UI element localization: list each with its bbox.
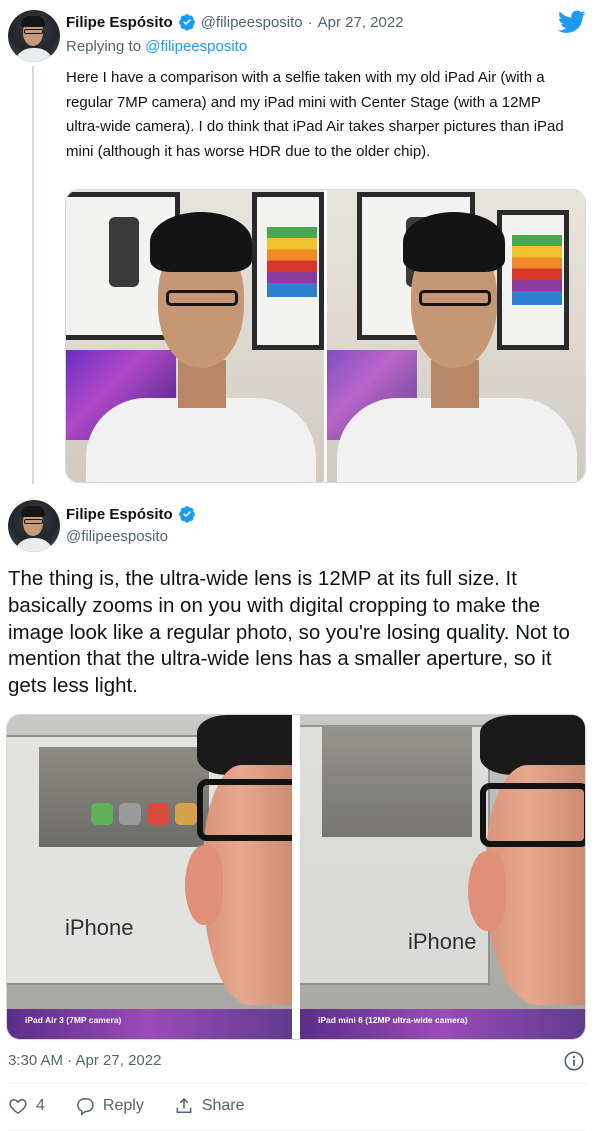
reply-label: Reply [102,1097,144,1114]
reply-button[interactable]: Reply [75,1096,144,1116]
crop-ipad-air-image[interactable]: iPhone iPad Air 3 (7MP camera) [7,715,292,1039]
tweet-timestamp[interactable]: 3:30 AM · Apr 27, 2022 [8,1052,161,1069]
verified-badge-icon [178,506,195,523]
author-handle[interactable]: @filipeesposito [201,14,303,31]
heart-icon [9,1098,27,1114]
iphone-brand-text: iPhone [65,915,134,940]
author-name[interactable]: Filipe Espósito [66,14,173,31]
divider [8,1083,587,1084]
replying-to: Replying to @filipeesposito [66,38,247,55]
tweet-actions: 4 Reply Share [8,1096,275,1116]
tweet2-header: Filipe Espósito [66,505,196,523]
like-count: 4 [36,1097,45,1114]
poster-frame-right-2 [497,210,569,350]
selfie-ipad-air-image[interactable] [66,190,324,482]
replying-to-prefix: Replying to [66,38,146,55]
like-button[interactable]: 4 [8,1096,45,1116]
twitter-bird-icon[interactable] [558,10,586,34]
author-handle-2[interactable]: @filipeesposito [66,528,168,545]
avatar-2[interactable] [8,500,60,552]
share-label: Share [201,1097,245,1114]
selfie-ipad-mini-image[interactable] [327,190,585,482]
avatar[interactable] [8,10,60,62]
image-caption-right: iPad mini 6 (12MP ultra-wide camera) [318,1015,468,1025]
tweet1-text: Here I have a comparison with a selfie t… [66,69,564,160]
share-button[interactable]: Share [174,1096,245,1116]
poster-frame-right [252,192,324,350]
info-icon[interactable] [563,1050,585,1072]
tweet-date[interactable]: Apr 27, 2022 [318,14,404,31]
tweet2-media[interactable]: iPhone iPad Air 3 (7MP camera) iPhone iP… [6,714,586,1040]
tweet1-header: Filipe Espósito @filipeesposito · Apr 27… [66,13,404,31]
share-icon [176,1097,192,1113]
crop-ipad-mini-image[interactable]: iPhone iPad mini 6 (12MP ultra-wide came… [300,715,585,1039]
tweet2-text: The thing is, the ultra-wide lens is 12M… [8,567,570,698]
image-caption-left: iPad Air 3 (7MP camera) [25,1015,122,1025]
reply-bubble-icon [76,1098,94,1116]
verified-badge-icon [178,14,195,31]
author-name-2[interactable]: Filipe Espósito [66,506,173,523]
thread-connector-line [32,66,34,484]
replying-to-link[interactable]: @filipeesposito [145,38,247,55]
separator-dot: · [307,13,313,31]
tweet1-media[interactable] [65,189,586,483]
iphone-brand-text-2: iPhone [408,929,477,954]
